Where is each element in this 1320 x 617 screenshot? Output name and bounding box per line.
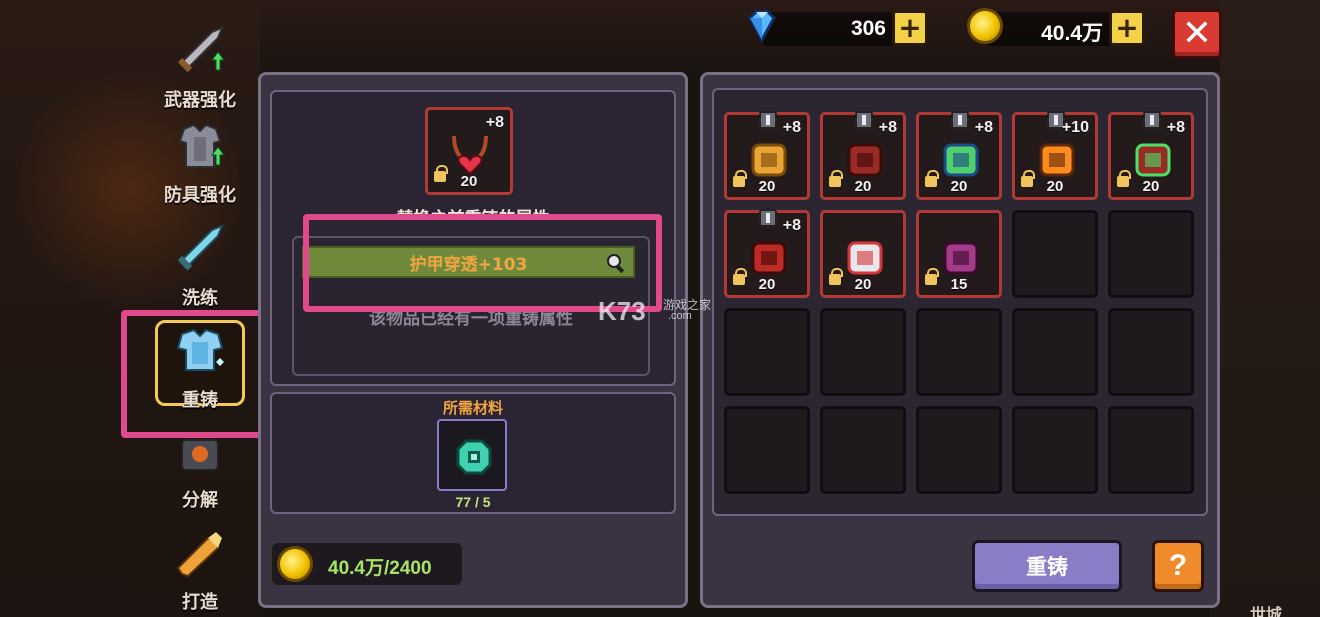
item-quantity: 20: [1046, 178, 1064, 195]
item-level: +8: [878, 119, 897, 136]
item-level: +8: [485, 114, 504, 131]
sword-upgrade-icon: [177, 26, 225, 73]
add-gold-button[interactable]: +: [1109, 10, 1145, 46]
watermark-domain: .com: [668, 310, 692, 322]
item-quantity: 20: [854, 178, 872, 195]
item-quantity: 20: [758, 178, 776, 195]
item-quantity: 20: [460, 173, 478, 190]
watermark-logo: K73: [598, 296, 646, 326]
nav-craft[interactable]: 打造: [150, 522, 250, 617]
nav-label: 防具强化: [164, 185, 236, 206]
reforge-stat-row[interactable]: 护甲穿透+103: [302, 246, 635, 278]
nav-label: 武器强化: [164, 90, 236, 111]
empty-inventory-slot[interactable]: [820, 308, 906, 396]
inventory-slot[interactable]: +8 20: [724, 111, 810, 200]
pin-icon: [759, 209, 777, 227]
craft-icon: [176, 532, 222, 578]
pin-icon: [855, 111, 873, 129]
nav-weapon-upgrade[interactable]: 武器强化: [150, 20, 250, 116]
inventory-slot[interactable]: +10 20: [1012, 111, 1098, 200]
reforge-note: 该物品已经有一项重铸属性: [369, 309, 573, 329]
empty-inventory-slot[interactable]: [1012, 210, 1098, 298]
item-level: +8: [782, 119, 801, 136]
nav-reforge[interactable]: 重铸: [150, 320, 250, 416]
magnify-icon[interactable]: [605, 252, 627, 274]
empty-inventory-slot[interactable]: [1108, 210, 1194, 298]
cost-display: 40.4万/2400: [272, 543, 462, 585]
pin-icon: [1143, 111, 1161, 129]
nav-label: 洗练: [182, 288, 218, 309]
dismantle-icon: [181, 439, 219, 471]
empty-inventory-slot[interactable]: [916, 406, 1002, 494]
inventory-slot[interactable]: +8 20: [820, 111, 906, 200]
detail-header: 替换之前重铸的属性: [272, 204, 674, 218]
gem-count: 306: [850, 17, 886, 40]
material-count: 77 / 5: [455, 494, 491, 510]
item-level: +8: [1166, 119, 1185, 136]
item-level: +10: [1061, 119, 1089, 136]
gold-coin-icon: [277, 546, 313, 582]
empty-inventory-slot[interactable]: [724, 406, 810, 494]
material-slot[interactable]: [437, 419, 507, 491]
reforge-icon: [176, 328, 224, 371]
nav-label: 打造: [182, 592, 218, 613]
gold-counter: 40.4万 +: [967, 8, 1145, 46]
empty-inventory-slot[interactable]: [1108, 406, 1194, 494]
empty-inventory-slot[interactable]: [820, 406, 906, 494]
close-button[interactable]: ✕: [1172, 9, 1222, 59]
help-button[interactable]: ?: [1152, 540, 1204, 592]
nav-armor-upgrade[interactable]: 防具强化: [150, 115, 250, 211]
item-level: +8: [782, 217, 801, 234]
cost-text: 40.4万/2400: [328, 558, 432, 579]
item-quantity: 20: [758, 276, 776, 293]
item-level: +8: [974, 119, 993, 136]
add-gems-button[interactable]: +: [892, 10, 928, 46]
nav-dismantle[interactable]: 分解: [150, 420, 250, 516]
nav-label: 重铸: [182, 390, 218, 411]
refine-icon: [177, 224, 224, 271]
materials-title: 所需材料: [442, 399, 503, 417]
selected-item-slot[interactable]: +8 20: [425, 107, 513, 195]
inventory-slot[interactable]: 15: [916, 210, 1002, 298]
pin-icon: [759, 111, 777, 129]
empty-inventory-slot[interactable]: [1012, 308, 1098, 396]
inventory-slot[interactable]: +8 20: [1108, 111, 1194, 200]
empty-inventory-slot[interactable]: [916, 308, 1002, 396]
gem-icon: [748, 10, 776, 44]
gold-count: 40.4万: [1041, 22, 1103, 45]
nav-refine[interactable]: 洗练: [150, 218, 250, 314]
reforge-stat: 护甲穿透+103: [409, 254, 528, 275]
corner-label: 世城: [1249, 605, 1282, 617]
pin-icon: [951, 111, 969, 129]
gem-counter: 306 +: [748, 10, 928, 46]
reforge-button[interactable]: 重铸: [972, 540, 1122, 592]
inventory-slot[interactable]: +8 20: [916, 111, 1002, 200]
watermark: K73 游戏之家 .com: [598, 296, 738, 328]
item-quantity: 20: [854, 276, 872, 293]
armor-upgrade-icon: [178, 123, 225, 168]
gold-coin-icon: [967, 8, 1003, 44]
item-quantity: 20: [950, 178, 968, 195]
background-right: [1210, 0, 1320, 617]
empty-inventory-slot[interactable]: [1108, 308, 1194, 396]
reforge-gem-icon: [456, 439, 492, 475]
inventory-slot[interactable]: +8 20: [724, 209, 810, 298]
item-quantity: 15: [950, 276, 968, 293]
empty-inventory-slot[interactable]: [1012, 406, 1098, 494]
inventory-slot[interactable]: 20: [820, 210, 906, 298]
item-quantity: 20: [1142, 178, 1160, 195]
nav-label: 分解: [182, 490, 218, 511]
